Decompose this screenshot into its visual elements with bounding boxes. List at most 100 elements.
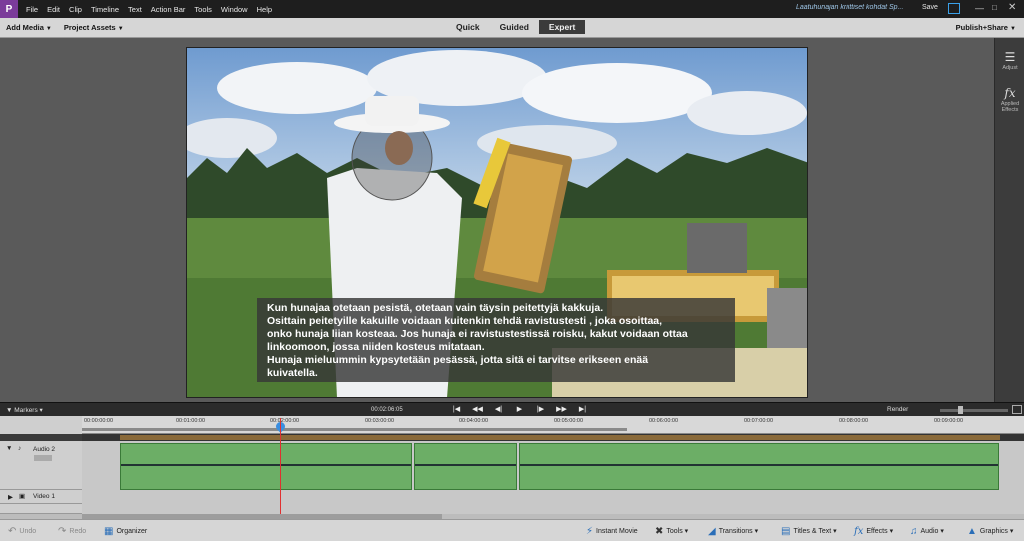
video-track-header: ▶ ▣ Video 1 (0, 490, 82, 504)
go-to-start-icon[interactable]: |◀ (446, 405, 467, 413)
ruler-tick: 00:09:00:00 (934, 418, 964, 424)
undo-icon: ↶ (8, 526, 17, 537)
keyframe-controls[interactable] (34, 455, 52, 461)
graphics-label: Graphics (979, 528, 1008, 535)
transitions-icon: ◢ (708, 526, 716, 537)
audio-label: Audio (920, 528, 939, 535)
ruler-tick: 00:01:00:00 (176, 418, 206, 424)
add-media-button[interactable]: Add Media ▼ (6, 23, 52, 32)
menu-action-bar[interactable]: Action Bar (151, 5, 186, 14)
go-to-end-icon[interactable]: ▶| (572, 405, 593, 413)
work-area-bar[interactable] (82, 428, 627, 431)
undo-button[interactable]: ↶ Undo (8, 526, 36, 537)
audio-clip[interactable] (120, 443, 412, 490)
audio-track-header: ▼ ♪ Audio 2 (0, 441, 82, 490)
adjust-button[interactable]: ☰ Adjust (995, 50, 1024, 71)
premiere-elements-window: P File Edit Clip Timeline Text Action Ba… (0, 0, 1024, 541)
menu-bar: P File Edit Clip Timeline Text Action Ba… (0, 0, 1024, 18)
right-panel: ☰ Adjust fx Applied Effects (994, 38, 1024, 402)
tools-button[interactable]: ✖ Tools ▾ (655, 526, 688, 537)
publish-share-button[interactable]: Publish+Share ▼ (956, 23, 1016, 32)
tab-expert[interactable]: Expert (538, 20, 586, 34)
app-logo-icon: P (0, 0, 18, 18)
minimize-icon[interactable]: — (975, 3, 985, 14)
time-ruler[interactable]: 00:00:00:00 00:01:00:00 00:02:00:00 00:0… (82, 416, 1024, 434)
ruler-tick: 00:08:00:00 (839, 418, 869, 424)
menu-clip[interactable]: Clip (69, 5, 82, 14)
menu-timeline[interactable]: Timeline (91, 5, 119, 14)
render-button[interactable]: Render (887, 406, 908, 413)
organizer-icon: ▦ (104, 526, 114, 537)
subtitle-line: Osittain peitetyille kakuille voidaan ku… (267, 315, 663, 327)
fullscreen-icon[interactable] (948, 3, 960, 14)
step-back-icon[interactable]: ◀| (488, 405, 509, 413)
audio-button[interactable]: ♫ Audio ▾ (910, 526, 944, 537)
save-button[interactable]: Save (922, 4, 938, 11)
chevron-down-icon: ▼ (45, 26, 52, 32)
film-icon[interactable]: ▣ (19, 492, 25, 500)
mode-tabs: Quick Guided Expert (446, 20, 586, 34)
subtitle-line: onko hunaja liian kosteaa. Jos hunaja ei… (267, 328, 688, 340)
playhead-line (280, 418, 281, 516)
next-edit-icon[interactable]: ▶▶ (551, 405, 572, 413)
markers-label: Markers (14, 407, 38, 414)
project-assets-button[interactable]: Project Assets ▼ (64, 23, 124, 32)
speaker-icon[interactable]: ♪ (18, 445, 21, 452)
waveform (121, 464, 411, 466)
tools-label: Tools (666, 528, 683, 535)
ruler-tick: 00:05:00:00 (554, 418, 584, 424)
audio-clip[interactable] (414, 443, 517, 490)
clip-thumbnail-strip (82, 434, 1024, 441)
document-title: Laatuhunajan kriittiset kohdat Sp... (796, 4, 904, 11)
ruler-header (0, 416, 82, 434)
ruler-tick: 00:06:00:00 (649, 418, 679, 424)
menu-edit[interactable]: Edit (47, 5, 60, 14)
timeline-zoom-slider[interactable] (940, 406, 1008, 414)
ruler-tick: 00:00:00:00 (84, 418, 114, 424)
menu-text[interactable]: Text (128, 5, 142, 14)
instant-movie-button[interactable]: ⚡ Instant Movie (586, 526, 638, 537)
close-icon[interactable]: ✕ (1008, 2, 1020, 14)
redo-icon: ↷ (58, 526, 67, 537)
effects-button[interactable]: fx Effects ▾ (854, 526, 893, 537)
transitions-button[interactable]: ◢ Transitions ▾ (708, 526, 758, 537)
timeline-menu-icon[interactable] (1012, 405, 1022, 414)
tools-icon: ✖ (655, 526, 664, 537)
menu-help[interactable]: Help (257, 5, 272, 14)
collapse-icon[interactable]: ▼ (6, 445, 12, 452)
timeline-header: ▼ Markers ▾ 00:02:06:05 |◀ ◀◀ ◀| ▶ |▶ ▶▶… (0, 402, 1024, 416)
titles-text-button[interactable]: ▤ Titles & Text ▾ (781, 526, 837, 537)
audio-clip[interactable] (519, 443, 999, 490)
applied-effects-button[interactable]: fx Applied Effects (995, 86, 1024, 113)
play-icon[interactable]: ▶ (509, 405, 530, 413)
redo-button[interactable]: ↷ Redo (58, 526, 86, 537)
zoom-slider-handle[interactable] (958, 406, 963, 414)
chevron-down-icon: ▼ (1010, 26, 1016, 32)
music-note-icon: ♫ (910, 526, 918, 537)
menu-file[interactable]: File (26, 5, 38, 14)
fx-icon: fx (854, 526, 864, 537)
organizer-button[interactable]: ▦ Organizer (104, 526, 147, 537)
ruler-tick: 00:04:00:00 (459, 418, 489, 424)
subtitle-line: Hunaja mieluummin kypsytetään pesässä, j… (267, 354, 649, 366)
markers-button[interactable]: ▼ Markers ▾ (6, 406, 43, 414)
video-preview[interactable]: Kun hunajaa otetaan pesistä, otetaan vai… (186, 47, 808, 398)
redo-label: Redo (69, 528, 87, 535)
transport-controls: |◀ ◀◀ ◀| ▶ |▶ ▶▶ ▶| (446, 405, 593, 413)
track-header (0, 504, 82, 514)
maximize-icon[interactable]: □ (992, 3, 1002, 14)
action-bar: ↶ Undo ↷ Redo ▦ Organizer ⚡ Instant Movie ✖ T… (0, 519, 1024, 541)
expand-icon[interactable]: ▶ (8, 493, 13, 501)
tab-guided[interactable]: Guided (490, 20, 539, 34)
instant-movie-label: Instant Movie (596, 528, 638, 535)
transitions-label: Transitions (718, 528, 753, 535)
subtitle-line: kuivatella. (267, 367, 318, 379)
project-assets-label: Project Assets (63, 23, 116, 32)
tab-quick[interactable]: Quick (446, 20, 490, 34)
menu-tools[interactable]: Tools (194, 5, 212, 14)
graphics-button[interactable]: ▲ Graphics ▾ (967, 526, 1013, 537)
subtitle-line: Kun hunajaa otetaan pesistä, otetaan vai… (267, 302, 604, 314)
previous-edit-icon[interactable]: ◀◀ (467, 405, 488, 413)
step-forward-icon[interactable]: |▶ (530, 405, 551, 413)
menu-window[interactable]: Window (221, 5, 248, 14)
